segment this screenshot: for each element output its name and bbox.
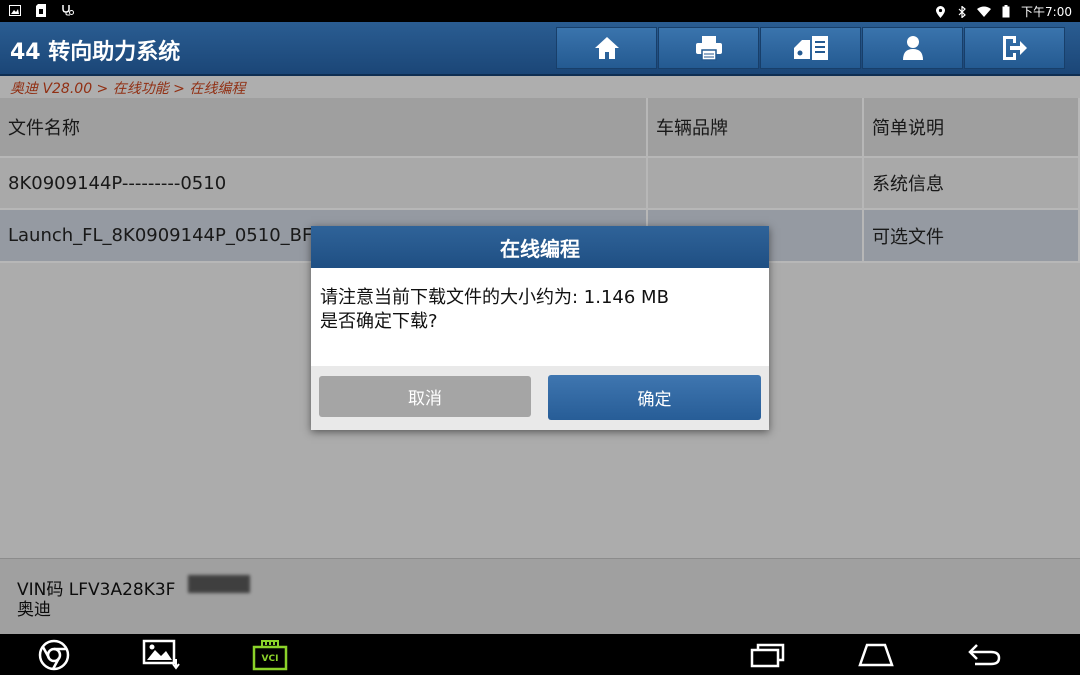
- confirm-download-dialog: 在线编程 请注意当前下载文件的大小约为: 1.146 MB 是否确定下载? 取消…: [311, 226, 769, 430]
- dialog-message-line-1: 请注意当前下载文件的大小约为: 1.146 MB: [320, 287, 669, 308]
- cancel-button[interactable]: 取消: [319, 376, 531, 417]
- home-button[interactable]: [556, 27, 657, 69]
- print-button[interactable]: [658, 27, 759, 69]
- chrome-icon: [38, 639, 70, 671]
- screenshot-button[interactable]: [142, 638, 182, 672]
- confirm-button[interactable]: 确定: [548, 375, 761, 420]
- exit-icon: [1002, 36, 1027, 60]
- chrome-button[interactable]: [36, 638, 72, 672]
- print-icon: [695, 36, 722, 61]
- user-button[interactable]: [862, 27, 963, 69]
- user-icon: [902, 36, 923, 60]
- header-toolbar: [556, 27, 1066, 69]
- wifi-icon: [977, 5, 992, 19]
- battery-icon: [999, 5, 1013, 19]
- status-left-icons: [8, 3, 74, 17]
- diagnostic-icon: [60, 3, 74, 17]
- diagnostic-report-button[interactable]: [760, 27, 861, 69]
- vci-label: VCI: [261, 654, 279, 664]
- dialog-footer: 取消 确定: [311, 366, 769, 430]
- exit-button[interactable]: [964, 27, 1065, 69]
- dialog-message: 请注意当前下载文件的大小约为: 1.146 MB 是否确定下载?: [311, 268, 769, 366]
- back-button[interactable]: [966, 638, 1002, 672]
- dialog-message-line-2: 是否确定下载?: [320, 311, 438, 332]
- status-time: 下午7:00: [1021, 5, 1072, 19]
- app-header: 44 转向助力系统: [0, 22, 1080, 76]
- screenshot-icon: [142, 639, 180, 670]
- home-nav-button[interactable]: [858, 638, 894, 672]
- sd-card-icon: [34, 3, 48, 17]
- home-nav-icon: [858, 643, 894, 667]
- system-navbar: VCI: [0, 634, 1080, 675]
- page-title: 44 转向助力系统: [10, 40, 181, 65]
- gallery-notification-icon: [8, 3, 22, 17]
- vci-button[interactable]: VCI: [252, 638, 288, 672]
- diagnostic-report-icon: [793, 36, 828, 60]
- location-icon: [933, 5, 947, 19]
- dialog-title: 在线编程: [311, 226, 769, 268]
- back-icon: [968, 644, 1001, 666]
- recent-apps-button[interactable]: [750, 638, 786, 672]
- bluetooth-icon: [955, 5, 969, 19]
- home-icon: [594, 37, 619, 59]
- recent-apps-icon: [750, 643, 785, 668]
- status-bar: 下午7:00: [0, 0, 1080, 22]
- status-right: 下午7:00: [933, 3, 1072, 20]
